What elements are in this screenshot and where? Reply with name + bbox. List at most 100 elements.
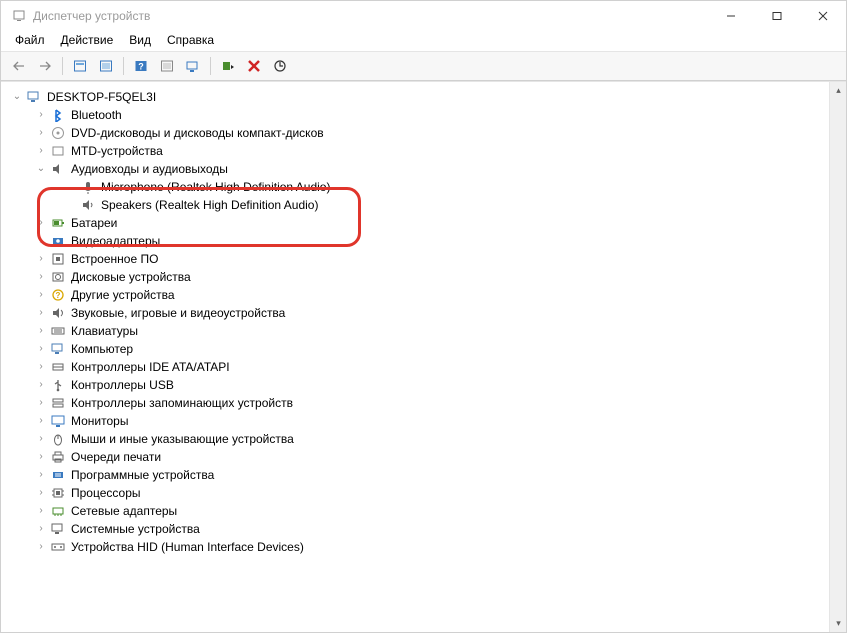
- tree-item-label: Видеоадаптеры: [71, 232, 160, 250]
- cpu-icon: [49, 485, 67, 501]
- tree-item-label: MTD-устройства: [71, 142, 163, 160]
- tree-category[interactable]: › Звуковые, игровые и видеоустройства: [5, 304, 829, 322]
- tree-category[interactable]: › Сетевые адаптеры: [5, 502, 829, 520]
- expand-icon[interactable]: ›: [35, 502, 47, 520]
- menu-view[interactable]: Вид: [121, 31, 159, 49]
- collapse-icon[interactable]: ⌄: [35, 160, 47, 178]
- expand-icon[interactable]: ›: [35, 250, 47, 268]
- tree-item-label: Сетевые адаптеры: [71, 502, 177, 520]
- tree-item-label: Системные устройства: [71, 520, 200, 538]
- expand-icon[interactable]: ›: [35, 124, 47, 142]
- tb-sheet[interactable]: [155, 55, 179, 77]
- tree-category[interactable]: ⌄ Аудиовходы и аудиовыходы: [5, 160, 829, 178]
- tree-category[interactable]: › Дисковые устройства: [5, 268, 829, 286]
- tree-item-label: Контроллеры IDE ATA/ATAPI: [71, 358, 230, 376]
- svg-text:?: ?: [138, 62, 144, 72]
- pc-icon: [49, 341, 67, 357]
- tree-category[interactable]: › Видеоадаптеры: [5, 232, 829, 250]
- snd-icon: [49, 305, 67, 321]
- device-tree[interactable]: ⌄DESKTOP-F5QEL3I›Bluetooth›DVD-дисководы…: [1, 82, 829, 632]
- tree-item-label: DVD-дисководы и дисководы компакт-дисков: [71, 124, 324, 142]
- minimize-button[interactable]: [708, 1, 754, 31]
- tree-item-label: Дисковые устройства: [71, 268, 191, 286]
- tree-item-label: Программные устройства: [71, 466, 214, 484]
- tree-root[interactable]: ⌄DESKTOP-F5QEL3I: [5, 88, 829, 106]
- tree-category[interactable]: ›Устройства HID (Human Interface Devices…: [5, 538, 829, 556]
- scroll-down-icon[interactable]: ▾: [830, 615, 846, 632]
- expand-icon[interactable]: ›: [35, 106, 47, 124]
- tree-category[interactable]: ›Встроенное ПО: [5, 250, 829, 268]
- expand-icon[interactable]: ›: [35, 412, 47, 430]
- tree-item-label: Клавиатуры: [71, 322, 138, 340]
- tree-device[interactable]: Microphone (Realtek High Definition Audi…: [5, 178, 829, 196]
- expand-icon[interactable]: ›: [35, 340, 47, 358]
- forward-button[interactable]: [33, 55, 57, 77]
- tb-console[interactable]: [68, 55, 92, 77]
- expand-icon[interactable]: ›: [35, 358, 47, 376]
- expand-icon[interactable]: ›: [35, 484, 47, 502]
- app-icon: [11, 8, 27, 24]
- tree-category[interactable]: › Контроллеры USB: [5, 376, 829, 394]
- expand-icon[interactable]: ›: [35, 268, 47, 286]
- expand-icon[interactable]: ›: [35, 322, 47, 340]
- tb-scan[interactable]: [216, 55, 240, 77]
- tree-category[interactable]: ›Bluetooth: [5, 106, 829, 124]
- tree-category[interactable]: ›Мыши и иные указывающие устройства: [5, 430, 829, 448]
- expand-icon[interactable]: ›: [35, 466, 47, 484]
- tb-update[interactable]: [268, 55, 292, 77]
- tree-item-label: Аудиовходы и аудиовыходы: [71, 160, 228, 178]
- window-controls: [708, 1, 846, 31]
- menu-action[interactable]: Действие: [53, 31, 122, 49]
- expand-icon[interactable]: ›: [35, 304, 47, 322]
- expand-icon[interactable]: ›: [35, 214, 47, 232]
- expand-icon[interactable]: ›: [35, 538, 47, 556]
- expand-icon[interactable]: ›: [35, 232, 47, 250]
- scrollbar[interactable]: ▴ ▾: [829, 82, 846, 632]
- menu-help[interactable]: Справка: [159, 31, 222, 49]
- expand-icon[interactable]: ›: [35, 430, 47, 448]
- expand-icon[interactable]: ›: [35, 448, 47, 466]
- tb-help[interactable]: ?: [129, 55, 153, 77]
- tree-device[interactable]: Speakers (Realtek High Definition Audio): [5, 196, 829, 214]
- tree-category[interactable]: ›Батареи: [5, 214, 829, 232]
- mouse-icon: [49, 431, 67, 447]
- tree-category[interactable]: › Контроллеры IDE ATA/ATAPI: [5, 358, 829, 376]
- tree-item-label: Контроллеры USB: [71, 376, 174, 394]
- menu-file[interactable]: Файл: [7, 31, 53, 49]
- separator: [62, 57, 63, 75]
- bat-icon: [49, 215, 67, 231]
- content-area: ⌄DESKTOP-F5QEL3I›Bluetooth›DVD-дисководы…: [1, 81, 846, 632]
- tb-properties[interactable]: [94, 55, 118, 77]
- back-button[interactable]: [7, 55, 31, 77]
- tree-category[interactable]: ›Контроллеры запоминающих устройств: [5, 394, 829, 412]
- tree-category[interactable]: › DVD-дисководы и дисководы компакт-диско…: [5, 124, 829, 142]
- titlebar[interactable]: Диспетчер устройств: [1, 1, 846, 31]
- expand-icon[interactable]: ›: [35, 376, 47, 394]
- tree-category[interactable]: › Программные устройства: [5, 466, 829, 484]
- audio-icon: [49, 161, 67, 177]
- prn-icon: [49, 449, 67, 465]
- expand-icon[interactable]: ›: [35, 286, 47, 304]
- tree-category[interactable]: ›Очереди печати: [5, 448, 829, 466]
- tb-show-hidden[interactable]: [181, 55, 205, 77]
- tree-item-label: Microphone (Realtek High Definition Audi…: [101, 178, 330, 196]
- tree-category[interactable]: ›Компьютер: [5, 340, 829, 358]
- tree-category[interactable]: ›?Другие устройства: [5, 286, 829, 304]
- expand-icon[interactable]: ›: [35, 520, 47, 538]
- close-button[interactable]: [800, 1, 846, 31]
- other-icon: ?: [49, 287, 67, 303]
- tree-category[interactable]: ›Мониторы: [5, 412, 829, 430]
- tree-category[interactable]: ›Процессоры: [5, 484, 829, 502]
- bt-icon: [49, 107, 67, 123]
- tb-remove[interactable]: [242, 55, 266, 77]
- collapse-icon[interactable]: ⌄: [11, 88, 23, 106]
- tree-category[interactable]: › MTD-устройства: [5, 142, 829, 160]
- scroll-up-icon[interactable]: ▴: [830, 82, 846, 99]
- tree-item-label: Звуковые, игровые и видеоустройства: [71, 304, 285, 322]
- maximize-button[interactable]: [754, 1, 800, 31]
- expand-icon[interactable]: ›: [35, 142, 47, 160]
- tree-category[interactable]: › Системные устройства: [5, 520, 829, 538]
- expand-icon[interactable]: ›: [35, 394, 47, 412]
- hid-icon: [49, 539, 67, 555]
- tree-category[interactable]: › Клавиатуры: [5, 322, 829, 340]
